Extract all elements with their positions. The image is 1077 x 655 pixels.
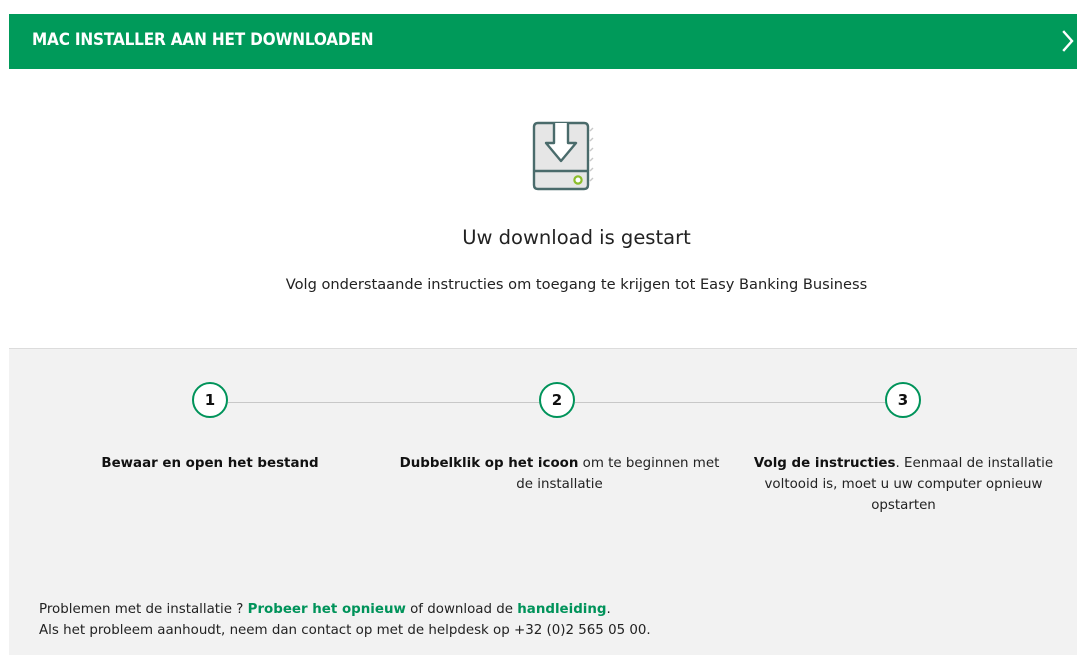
dialog-header: MAC INSTALLER AAN HET DOWNLOADEN xyxy=(9,14,1077,69)
step-3-bold: Volg de instructies xyxy=(753,456,896,471)
step-3-number: 3 xyxy=(885,382,921,418)
step-1-number: 1 xyxy=(192,382,228,418)
step-connector xyxy=(228,402,540,403)
help-prefix: Problemen met de installatie ? xyxy=(39,602,248,617)
manual-link[interactable]: handleiding xyxy=(517,602,606,617)
help-line-2: Als het probleem aanhoudt, neem dan cont… xyxy=(39,623,651,638)
help-middle: of download de xyxy=(405,602,518,617)
step-1-description: Bewaar en open het bestand xyxy=(45,453,375,474)
retry-link[interactable]: Probeer het opnieuw xyxy=(248,602,406,617)
help-suffix: . xyxy=(606,602,611,617)
step-3-description: Volg de instructies. Eenmaal de installa… xyxy=(736,453,1071,516)
step-1-bold: Bewaar en open het bestand xyxy=(101,456,319,471)
step-2-bold: Dubbelklik op het icoon xyxy=(399,456,579,471)
download-drive-icon xyxy=(532,121,594,191)
step-2-description: Dubbelklik op het icoon om te beginnen m… xyxy=(392,453,727,495)
step-2-number: 2 xyxy=(539,382,575,418)
hero-section: Uw download is gestart Volg onderstaande… xyxy=(9,69,1077,348)
instructions-intro: Volg onderstaande instructies om toegang… xyxy=(285,276,868,293)
help-line-1: Problemen met de installatie ? Probeer h… xyxy=(39,599,651,620)
download-started-heading: Uw download is gestart xyxy=(462,226,691,249)
step-connector xyxy=(575,402,886,403)
help-text: Problemen met de installatie ? Probeer h… xyxy=(39,599,651,641)
download-dialog: MAC INSTALLER AAN HET DOWNLOADEN Uw down… xyxy=(0,0,1077,655)
steps-section: 1 2 3 Bewaar en open het bestand Dubbelk… xyxy=(9,348,1077,655)
close-button[interactable] xyxy=(1059,25,1077,57)
dialog-title: MAC INSTALLER AAN HET DOWNLOADEN xyxy=(32,30,374,50)
chevron-right-icon xyxy=(1062,30,1074,52)
